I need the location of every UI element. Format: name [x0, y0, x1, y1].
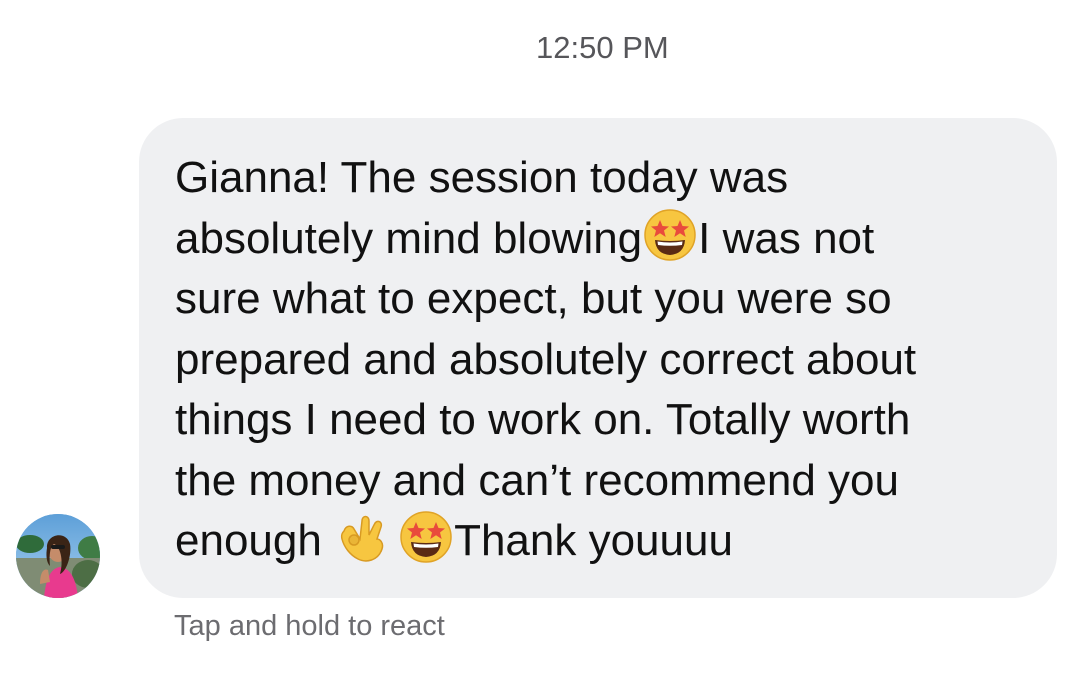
- message-text-segment: sure what to expect, but you were so: [175, 274, 892, 323]
- message-text-segment: Thank youuuu: [454, 516, 733, 565]
- avatar[interactable]: [16, 514, 100, 598]
- message-timestamp: 12:50 PM: [536, 30, 669, 65]
- profile-photo-icon: [16, 514, 100, 598]
- message-line: the money and can’t recommend you: [175, 451, 1035, 512]
- message-text-segment: prepared and absolutely correct about: [175, 334, 917, 384]
- message-text-segment: things I need to work on. Totally worth: [175, 395, 911, 444]
- timestamp-row: 12:50 PM: [0, 30, 1083, 74]
- message-line: enough Thank youuuu: [175, 511, 1035, 572]
- message-line: things I need to work on. Totally worth: [175, 390, 1035, 451]
- tap-and-hold-hint: Tap and hold to react: [174, 610, 445, 642]
- message-text-segment: absolutely mind blowing: [175, 213, 643, 263]
- star-struck-emoji-icon: [398, 509, 454, 565]
- message-line: absolutely mind blowing I was not: [175, 209, 1035, 270]
- message-line: prepared and absolutely correct about: [175, 330, 1035, 391]
- message-text-segment: I was not: [698, 213, 875, 263]
- message-text: Gianna! The session today was absolutely…: [175, 148, 1035, 572]
- star-struck-emoji-icon: [642, 207, 698, 263]
- message-text-segment: Gianna! The session today was: [175, 153, 789, 202]
- message-bubble[interactable]: Gianna! The session today was absolutely…: [139, 118, 1057, 598]
- message-line: Gianna! The session today was: [175, 148, 1035, 209]
- message-text-segment: the money and can’t recommend you: [175, 455, 899, 505]
- ok-hand-emoji-icon: [334, 509, 390, 565]
- message-line: sure what to expect, but you were so: [175, 269, 1035, 330]
- message-text-segment: enough: [175, 516, 335, 565]
